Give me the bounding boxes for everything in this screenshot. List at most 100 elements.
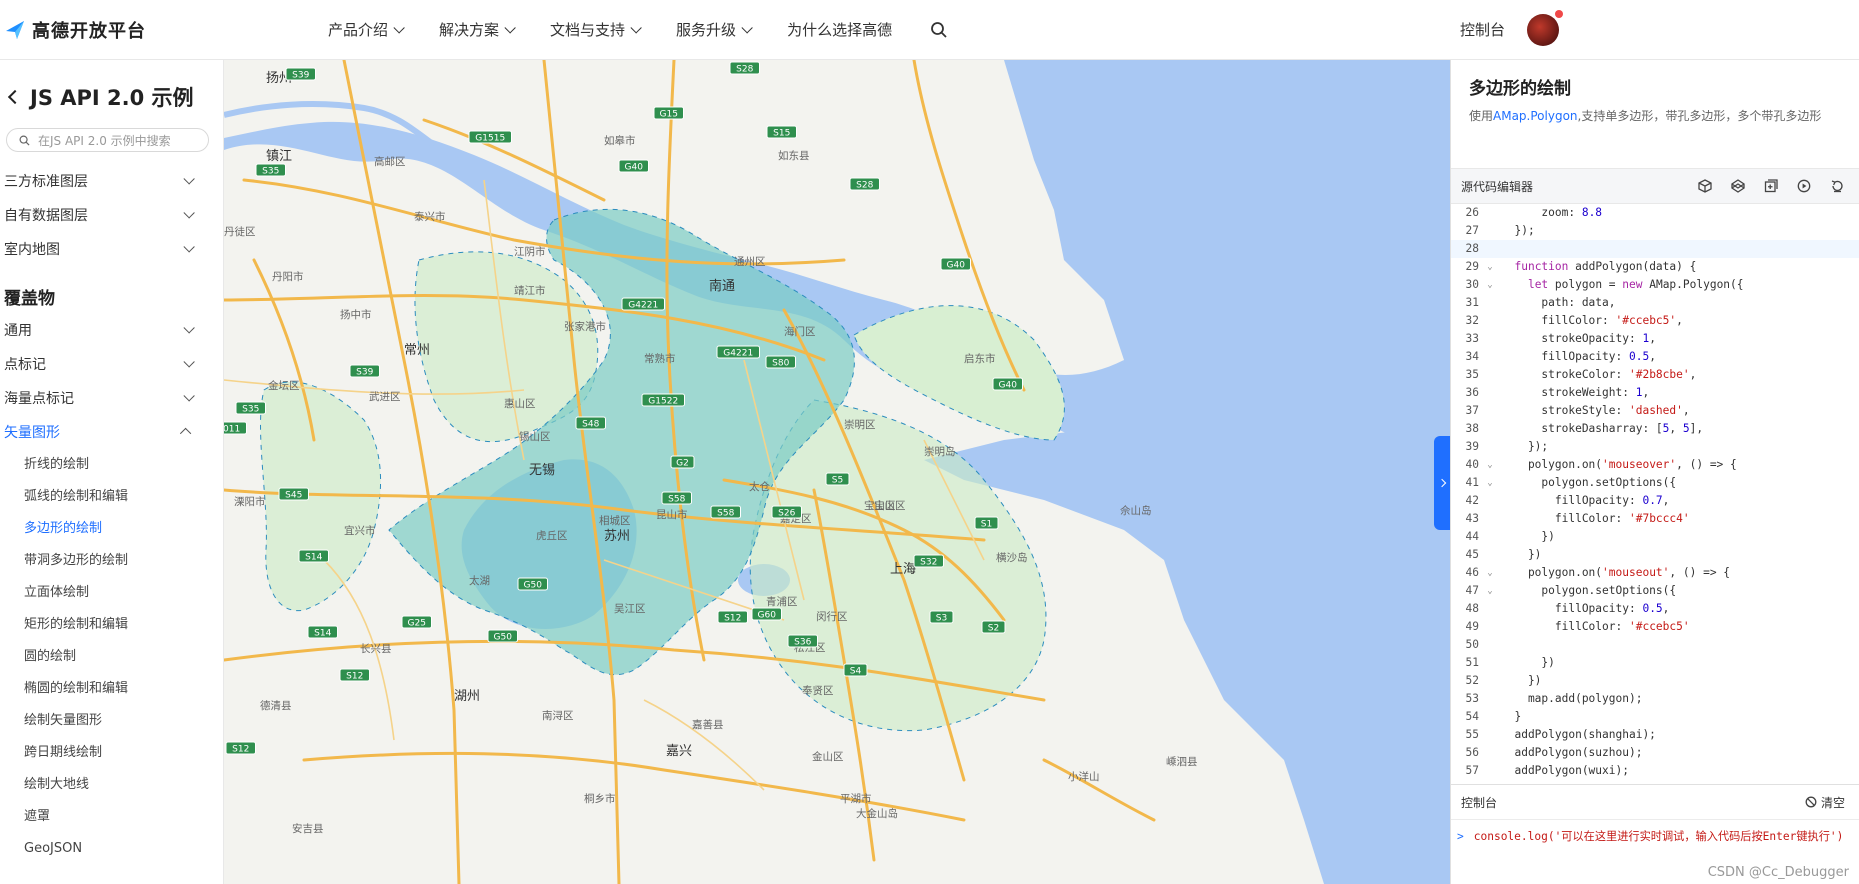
code-line[interactable]: 27 }); bbox=[1451, 222, 1859, 240]
sidebar-sub-item[interactable]: 绘制矢量图形 bbox=[0, 705, 223, 737]
sidebar-sub-item[interactable]: 遮罩 bbox=[0, 801, 223, 833]
code-line[interactable]: 30 ⌄ let polygon = new AMap.Polygon({ bbox=[1451, 276, 1859, 294]
code-line[interactable]: 49 fillColor: '#ccebc5' bbox=[1451, 618, 1859, 636]
road-shield: S14 bbox=[298, 549, 329, 563]
sidebar-sub-item[interactable]: 带洞多边形的绘制 bbox=[0, 545, 223, 577]
search-icon[interactable] bbox=[930, 21, 948, 39]
nav-item-solutions[interactable]: 解决方案 bbox=[439, 19, 516, 40]
code-line[interactable]: 41 ⌄ polygon.setOptions({ bbox=[1451, 474, 1859, 492]
sidebar-sub-item[interactable]: 折线的绘制 bbox=[0, 449, 223, 481]
map-svg[interactable]: 扬州镇江泰兴市靖江市 南通通州区海门区启东市张家港市江阴市常州武进区金坛区常熟市无… bbox=[224, 60, 1450, 884]
code-line[interactable]: 35 strokeColor: '#2b8cbe', bbox=[1451, 366, 1859, 384]
fold-toggle-icon[interactable]: ⌄ bbox=[1479, 582, 1501, 600]
codepen-icon[interactable] bbox=[1730, 178, 1746, 194]
clear-button[interactable]: 清空 bbox=[1805, 794, 1845, 811]
code-line[interactable]: 54 } bbox=[1451, 708, 1859, 726]
code-line[interactable]: 34 fillOpacity: 0.5, bbox=[1451, 348, 1859, 366]
fold-toggle-icon bbox=[1479, 402, 1501, 420]
back-arrow-icon[interactable] bbox=[7, 89, 23, 105]
sidebar-search-input[interactable]: 在JS API 2.0 示例中搜索 bbox=[6, 128, 209, 152]
road-shield: S12 bbox=[225, 741, 256, 755]
sidebar-group-general[interactable]: 通用 bbox=[0, 313, 223, 347]
code-line[interactable]: 45 }) bbox=[1451, 546, 1859, 564]
sidebar-sub-item[interactable]: 椭圆的绘制和编辑 bbox=[0, 673, 223, 705]
fold-toggle-icon[interactable]: ⌄ bbox=[1479, 474, 1501, 492]
nav-item-why-amap[interactable]: 为什么选择高德 bbox=[787, 19, 892, 40]
sidebar-group-indoor-map[interactable]: 室内地图 bbox=[0, 232, 223, 266]
svg-text:G4011: G4011 bbox=[224, 425, 240, 435]
brand[interactable]: 高德开放平台 bbox=[4, 17, 304, 43]
code-line[interactable]: 57 addPolygon(wuxi); bbox=[1451, 762, 1859, 780]
map-place-label: 小洋山 bbox=[1068, 770, 1100, 783]
sidebar-group-third-party-layers[interactable]: 三方标准图层 bbox=[0, 164, 223, 198]
chevron-down-icon bbox=[183, 173, 195, 185]
sidebar-group-mass-markers[interactable]: 海量点标记 bbox=[0, 381, 223, 415]
sidebar-sub-item[interactable]: GeoJSON bbox=[0, 833, 223, 865]
svg-text:S45: S45 bbox=[285, 491, 302, 501]
road-shield: G1515 bbox=[468, 130, 512, 144]
sidebar-group-own-data-layers[interactable]: 自有数据图层 bbox=[0, 198, 223, 232]
chevron-down-icon bbox=[183, 390, 195, 402]
code-text: addPolygon(suzhou); bbox=[1501, 746, 1643, 759]
code-line[interactable]: 39 }); bbox=[1451, 438, 1859, 456]
code-line[interactable]: 42 fillOpacity: 0.7, bbox=[1451, 492, 1859, 510]
nav-item-products[interactable]: 产品介绍 bbox=[328, 19, 405, 40]
console-link[interactable]: 控制台 bbox=[1460, 19, 1505, 40]
code-line[interactable]: 26 zoom: 8.8 bbox=[1451, 204, 1859, 222]
code-line[interactable]: 37 strokeStyle: 'dashed', bbox=[1451, 402, 1859, 420]
code-line[interactable]: 51 }) bbox=[1451, 654, 1859, 672]
cube-icon[interactable] bbox=[1697, 178, 1713, 194]
code-text: fillColor: '#ccebc5' bbox=[1501, 620, 1690, 633]
map-place-label: 金山区 bbox=[812, 750, 844, 763]
panel-collapse-button[interactable] bbox=[1434, 436, 1450, 530]
map-place-label: 湖州 bbox=[454, 689, 480, 704]
nav-label: 解决方案 bbox=[439, 21, 500, 39]
code-line[interactable]: 28 bbox=[1451, 240, 1859, 258]
nav-item-upgrade[interactable]: 服务升级 bbox=[676, 19, 753, 40]
new-window-icon[interactable] bbox=[1763, 178, 1779, 194]
sidebar-sub-item[interactable]: 弧线的绘制和编辑 bbox=[0, 481, 223, 513]
sidebar-sub-item[interactable]: 立面体绘制 bbox=[0, 577, 223, 609]
code-line[interactable]: 47 ⌄ polygon.setOptions({ bbox=[1451, 582, 1859, 600]
code-line[interactable]: 31 path: data, bbox=[1451, 294, 1859, 312]
sidebar-sub-item[interactable]: 绘制大地线 bbox=[0, 769, 223, 801]
fold-toggle-icon bbox=[1479, 600, 1501, 618]
code-line[interactable]: 48 fillOpacity: 0.5, bbox=[1451, 600, 1859, 618]
code-line[interactable]: 52 }) bbox=[1451, 672, 1859, 690]
code-line[interactable]: 38 strokeDasharray: [5, 5], bbox=[1451, 420, 1859, 438]
code-line[interactable]: 53 map.add(polygon); bbox=[1451, 690, 1859, 708]
sidebar-group-vector-graphics[interactable]: 矢量图形 bbox=[0, 415, 223, 449]
code-line[interactable]: 44 }) bbox=[1451, 528, 1859, 546]
nav-item-docs[interactable]: 文档与支持 bbox=[550, 19, 642, 40]
amap-polygon-link[interactable]: AMap.Polygon bbox=[1493, 109, 1578, 123]
code-line[interactable]: 29 ⌄ function addPolygon(data) { bbox=[1451, 258, 1859, 276]
map-canvas[interactable]: 扬州 镇江 泰兴市 靖江市 南通 通州区 海门区 启东市 张家港市 江阴市 常州 武进区 金坛区 常熟市无… bbox=[224, 60, 1450, 884]
sidebar-sub-item[interactable]: 跨日期线绘制 bbox=[0, 737, 223, 769]
fold-toggle-icon[interactable]: ⌄ bbox=[1479, 456, 1501, 474]
code-line[interactable]: 55 addPolygon(shanghai); bbox=[1451, 726, 1859, 744]
code-text: strokeOpacity: 1, bbox=[1501, 332, 1656, 345]
code-text: polygon.on('mouseover', () => { bbox=[1501, 458, 1737, 471]
code-line[interactable]: 46 ⌄ polygon.on('mouseout', () => { bbox=[1451, 564, 1859, 582]
sidebar-sub-item[interactable]: 矩形的绘制和编辑 bbox=[0, 609, 223, 641]
fold-toggle-icon[interactable]: ⌄ bbox=[1479, 276, 1501, 294]
sidebar-sub-item[interactable]: 圆的绘制 bbox=[0, 641, 223, 673]
code-line[interactable]: 40 ⌄ polygon.on('mouseover', () => { bbox=[1451, 456, 1859, 474]
sidebar-group-markers[interactable]: 点标记 bbox=[0, 347, 223, 381]
code-editor[interactable]: 26 zoom: 8.8 27 }); 28 29 ⌄ function addPoly… bbox=[1451, 204, 1859, 784]
code-line[interactable]: 50 bbox=[1451, 636, 1859, 654]
code-line[interactable]: 33 strokeOpacity: 1, bbox=[1451, 330, 1859, 348]
line-number: 30 bbox=[1465, 278, 1479, 291]
sidebar-sub-item[interactable]: 多边形的绘制 bbox=[0, 513, 223, 545]
console-header: 控制台 清空 bbox=[1451, 784, 1859, 820]
code-line[interactable]: 56 addPolygon(suzhou); bbox=[1451, 744, 1859, 762]
code-line[interactable]: 32 fillColor: '#ccebc5', bbox=[1451, 312, 1859, 330]
code-line[interactable]: 43 fillColor: '#7bccc4' bbox=[1451, 510, 1859, 528]
code-line[interactable]: 36 strokeWeight: 1, bbox=[1451, 384, 1859, 402]
fold-toggle-icon[interactable]: ⌄ bbox=[1479, 564, 1501, 582]
line-number: 36 bbox=[1465, 386, 1479, 399]
fold-toggle-icon[interactable]: ⌄ bbox=[1479, 258, 1501, 276]
run-icon[interactable] bbox=[1796, 178, 1812, 194]
avatar[interactable] bbox=[1527, 9, 1563, 46]
reset-icon[interactable] bbox=[1829, 178, 1845, 194]
